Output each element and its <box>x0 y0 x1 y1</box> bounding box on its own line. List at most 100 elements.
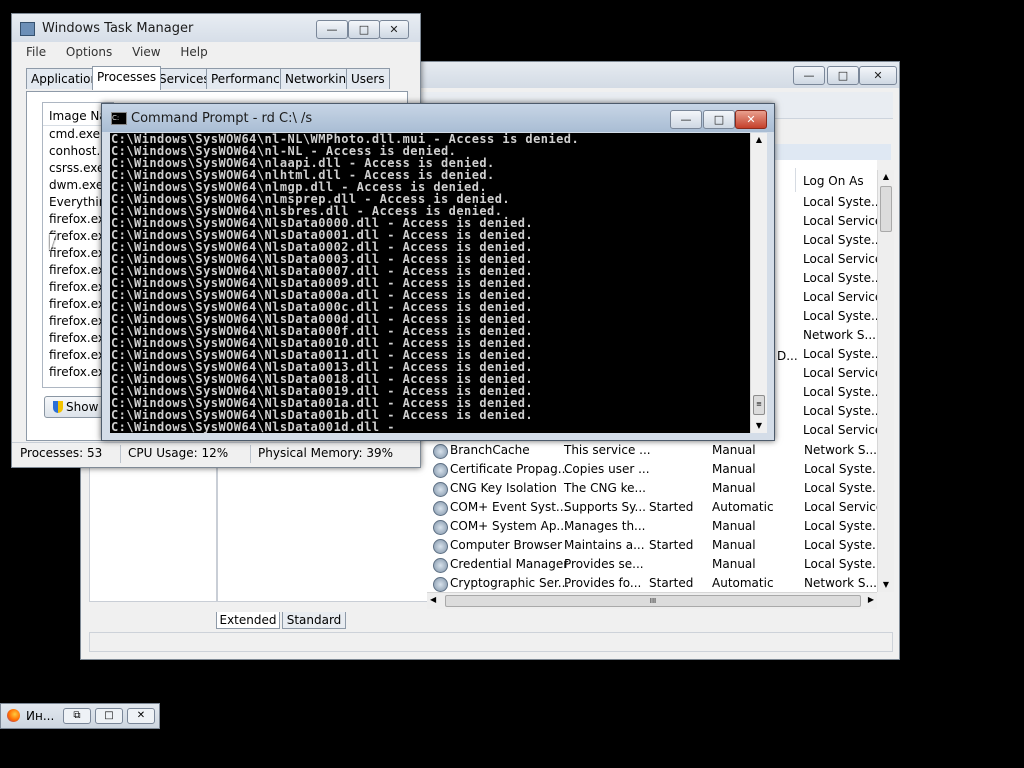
scroll-left-arrow-icon[interactable]: ◀ <box>430 595 436 604</box>
services-close-button[interactable]: ✕ <box>859 66 897 85</box>
service-startup-cell: Automatic <box>712 576 774 590</box>
service-desc-cell: Maintains a... <box>564 538 645 552</box>
tab-extended-label: Extended <box>219 613 277 627</box>
service-desc-cell: Copies user ... <box>564 462 650 476</box>
firefox-icon <box>7 709 20 722</box>
service-startup-cell: Manual <box>712 519 756 533</box>
minimized-close-button[interactable]: ✕ <box>127 708 155 724</box>
table-row[interactable]: Cryptographic Ser... Provides fo... Starte… <box>431 574 881 593</box>
scroll-down-arrow-icon[interactable]: ▼ <box>878 578 894 592</box>
service-gear-icon <box>433 501 448 516</box>
service-status-cell: Started <box>649 500 694 514</box>
menu-help[interactable]: Help <box>172 42 215 59</box>
service-name-cell: BranchCache <box>450 443 530 457</box>
logon-cell: Local Service <box>803 366 883 380</box>
tab-extended[interactable]: Extended <box>216 612 280 629</box>
minimized-restore-button[interactable]: ⧉ <box>63 708 91 724</box>
task-manager-title: Windows Task Manager <box>42 21 194 36</box>
cmd-scroll-up-icon[interactable]: ▲ <box>751 133 767 147</box>
scroll-up-arrow-icon[interactable]: ▲ <box>878 170 894 184</box>
service-desc-cell: Supports Sy... <box>564 500 646 514</box>
service-desc-cell: Provides se... <box>564 557 644 571</box>
cmd-minimize-button[interactable]: — <box>670 110 702 129</box>
cmd-close-button[interactable]: ✕ <box>735 110 767 129</box>
task-manager-menubar: File Options View Help <box>12 42 420 62</box>
logon-cell: Local Syste... <box>803 271 883 285</box>
tab-users[interactable]: Users <box>346 68 390 89</box>
logon-cell: Local Syste... <box>803 385 883 399</box>
cmd-scroll-down-icon[interactable]: ▼ <box>751 419 767 433</box>
scroll-right-arrow-icon[interactable]: ▶ <box>868 595 874 604</box>
mouse-cursor-icon <box>50 234 56 252</box>
minimized-maximize-button[interactable]: □ <box>95 708 123 724</box>
task-manager-close-button[interactable]: ✕ <box>379 20 409 39</box>
tab-processes[interactable]: Processes <box>92 66 162 90</box>
logon-cell: Local Syste... <box>803 195 883 209</box>
service-gear-icon <box>433 577 448 592</box>
service-desc-cell: The CNG ke... <box>564 481 646 495</box>
logon-cell: Local Service <box>803 252 883 266</box>
table-row[interactable]: BranchCache This service ... Manual Network… <box>431 441 881 460</box>
service-logon-cell: Network S... <box>804 443 877 457</box>
service-startup-cell: Manual <box>712 443 756 457</box>
service-gear-icon <box>433 558 448 573</box>
tab-standard[interactable]: Standard <box>282 612 346 629</box>
task-manager-maximize-button[interactable]: □ <box>348 20 380 39</box>
status-divider-1 <box>120 445 121 463</box>
service-status-cell: Started <box>649 576 694 590</box>
services-minimize-button[interactable]: — <box>793 66 825 85</box>
services-hscrollbar[interactable]: ◀ III ▶ <box>427 592 877 609</box>
cmd-vscroll-thumb[interactable]: ≡ <box>753 395 765 415</box>
command-prompt-window: C: Command Prompt - rd C:\ /s — □ ✕ C:\W… <box>101 103 775 441</box>
service-logon-cell: Network S... <box>804 576 877 590</box>
services-vscroll-thumb[interactable] <box>880 186 892 232</box>
logon-cell: Local Syste... <box>803 233 883 247</box>
minimized-window[interactable]: Ин... ⧉ □ ✕ <box>0 703 160 729</box>
table-row[interactable]: COM+ Event Syst... Supports Sy... Started A… <box>431 498 884 517</box>
service-startup-cell: Automatic <box>712 500 774 514</box>
service-desc-cell: This service ... <box>564 443 651 457</box>
service-name-cell: Computer Browser <box>450 538 563 552</box>
task-manager-minimize-button[interactable]: — <box>316 20 348 39</box>
service-name-cell: Credential Manager <box>450 557 569 571</box>
column-header-separator <box>795 168 796 192</box>
task-manager-statusbar: Processes: 53 CPU Usage: 12% Physical Me… <box>12 442 420 465</box>
service-desc-cell: Provides fo... <box>564 576 642 590</box>
tab-processes-label: Processes <box>97 70 157 84</box>
services-statusbar <box>89 632 893 652</box>
services-hscroll-thumb[interactable]: III <box>445 595 861 607</box>
cmd-title: Command Prompt - rd C:\ /s <box>131 111 313 126</box>
menu-file[interactable]: File <box>12 42 54 59</box>
tab-performance-label: Performance <box>211 72 288 86</box>
logon-cell: Network S... <box>803 328 876 342</box>
minimized-window-label: Ин... <box>26 709 55 723</box>
table-row[interactable]: Certificate Propag... Copies user ... Manu… <box>431 460 883 479</box>
menu-options[interactable]: Options <box>58 42 120 59</box>
logon-cell: Local Syste... <box>803 347 883 361</box>
service-gear-icon <box>433 444 448 459</box>
service-startup-cell: Manual <box>712 538 756 552</box>
service-logon-cell: Local Syste... <box>804 557 884 571</box>
service-gear-icon <box>433 482 448 497</box>
cmd-vscrollbar[interactable]: ▲ ≡ ▼ <box>750 133 767 433</box>
service-logon-cell: Local Service <box>804 500 884 514</box>
service-logon-cell: Local Syste... <box>804 519 884 533</box>
service-gear-icon <box>433 520 448 535</box>
cmd-console[interactable]: C:\Windows\SysWOW64\nl-NL\WMPhoto.dll.mu… <box>110 133 750 433</box>
menu-view[interactable]: View <box>124 42 168 59</box>
services-vscrollbar[interactable]: ▲ ▼ <box>877 170 894 592</box>
table-row[interactable]: Computer Browser Maintains a... Started Man… <box>431 536 883 555</box>
task-manager-tabs: Applications Processes Services Performa… <box>26 66 406 92</box>
service-gear-icon <box>433 539 448 554</box>
tab-users-label: Users <box>351 72 385 86</box>
tab-networking-label: Networking <box>285 72 354 86</box>
service-gear-icon <box>433 463 448 478</box>
column-header-logon[interactable]: Log On As <box>803 174 864 188</box>
services-maximize-button[interactable]: □ <box>827 66 859 85</box>
cmd-maximize-button[interactable]: □ <box>703 110 735 129</box>
logon-column-top: Local Syste... Local Service Local Syste..… <box>803 193 883 440</box>
table-row[interactable]: CNG Key Isolation The CNG ke... Manual Loca… <box>431 479 883 498</box>
service-startup-cell: Manual <box>712 462 756 476</box>
table-row[interactable]: COM+ System Ap... Manages th... Manual Loca… <box>431 517 884 536</box>
table-row[interactable]: Credential Manager Provides se... Manual Lo… <box>431 555 884 574</box>
